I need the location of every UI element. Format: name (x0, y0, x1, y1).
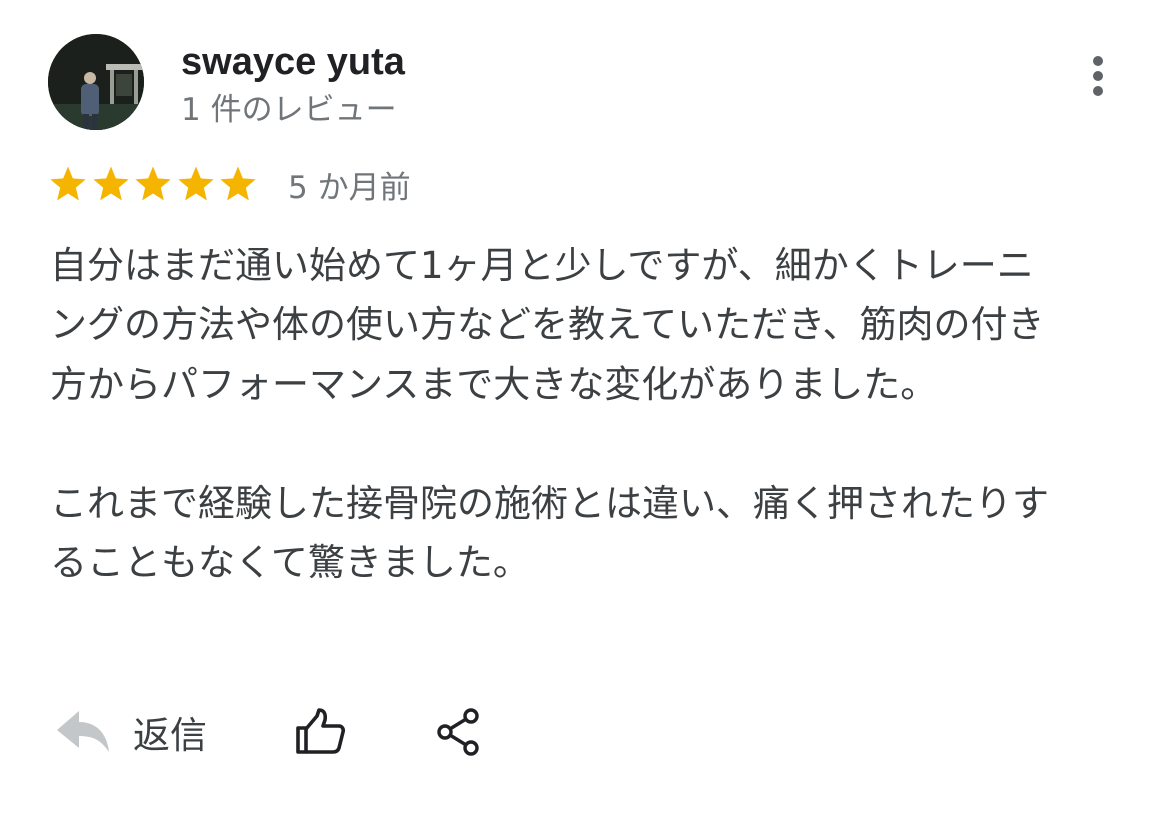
author-name[interactable]: swayce yuta (181, 38, 405, 86)
review-paragraph: 自分はまだ通い始めて1ヶ月と少しですが、細かくトレーニングの方法や体の使い方など… (50, 244, 1045, 406)
review-text: 自分はまだ通い始めて1ヶ月と少しですが、細かくトレーニングの方法や体の使い方など… (50, 236, 1050, 592)
thumbs-up-icon (296, 708, 346, 754)
author-review-count[interactable]: 1 件のレビュー (181, 88, 397, 132)
rating-row: 5 か月前 (48, 160, 411, 208)
like-button[interactable] (293, 704, 349, 760)
star-icon (135, 166, 171, 201)
star-icon (50, 166, 86, 201)
star-icon (220, 166, 256, 201)
share-icon (437, 708, 479, 756)
avatar-photo (48, 34, 144, 130)
review-date: 5 か月前 (288, 169, 411, 206)
share-button[interactable] (431, 704, 487, 760)
star-icon (92, 166, 129, 201)
reply-label: 返信 (133, 714, 207, 757)
star-icon (177, 166, 214, 201)
more-vert-icon[interactable] (1080, 54, 1116, 98)
reply-button[interactable]: 返信 (55, 705, 207, 759)
review-card: swayce yuta 1 件のレビュー 5 か月前 自分はまだ通い始めて1ヶ月… (0, 0, 1170, 827)
reply-arrow-icon (57, 711, 109, 752)
author-avatar[interactable] (48, 34, 144, 130)
star-rating (48, 164, 258, 204)
review-paragraph: これまで経験した接骨院の施術とは違い、痛く押されたりすることもなくて驚きました。 (50, 481, 1049, 585)
review-actions: 返信 (55, 700, 487, 764)
